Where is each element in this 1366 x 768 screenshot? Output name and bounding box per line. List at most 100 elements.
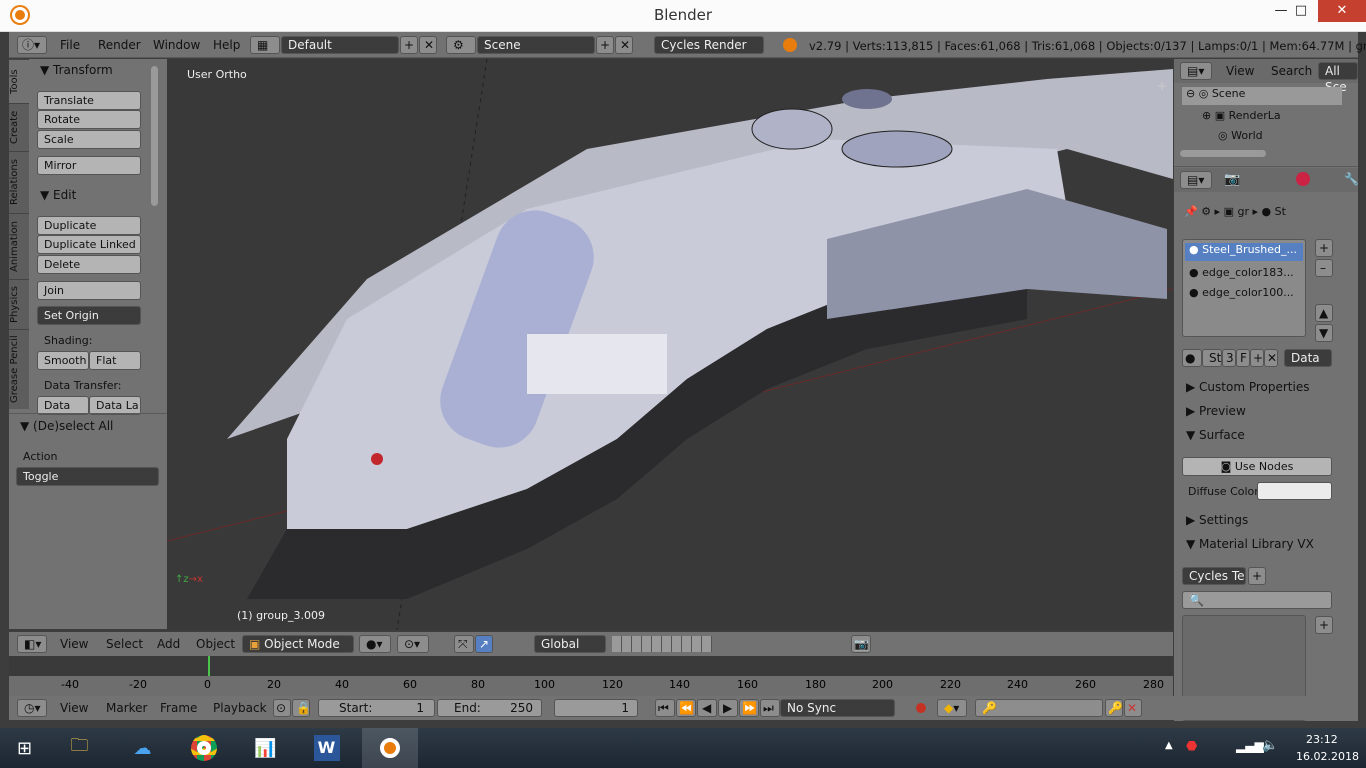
layer-grid[interactable] <box>612 636 712 652</box>
flat-button[interactable]: Flat <box>89 351 141 370</box>
play-button[interactable]: ▶ <box>718 699 738 717</box>
record-button[interactable] <box>916 703 926 713</box>
object-mode-select[interactable]: ▣ Object Mode <box>242 635 354 653</box>
slot-up-button[interactable]: ▲ <box>1315 304 1333 322</box>
start-frame-field[interactable]: Start: 1 <box>318 699 435 717</box>
viewport-object-menu[interactable]: Object <box>196 637 235 651</box>
timeline-marker-menu[interactable]: Marker <box>106 701 147 715</box>
delete-button[interactable]: Delete <box>37 255 141 274</box>
viewport-plus-icon[interactable]: + <box>1157 79 1167 93</box>
outliner-view-menu[interactable]: View <box>1226 64 1254 78</box>
add-screen-button[interactable]: + <box>400 36 418 54</box>
timeline-frame-menu[interactable]: Frame <box>160 701 197 715</box>
tool-shelf-scrollbar[interactable] <box>151 66 158 206</box>
set-origin-select[interactable]: Set Origin <box>37 306 141 325</box>
keying-set-field[interactable]: 🔑 <box>975 699 1103 717</box>
material-slot-1[interactable]: ● edge_color183... <box>1189 266 1294 279</box>
menu-help[interactable]: Help <box>213 38 240 52</box>
duplicate-linked-button[interactable]: Duplicate Linked <box>37 235 141 254</box>
mirror-button[interactable]: Mirror <box>37 156 141 175</box>
material-browse-icon[interactable]: ● <box>1182 349 1202 367</box>
material-name-field[interactable]: St <box>1202 349 1222 367</box>
jump-end-button[interactable]: ⏭ <box>760 699 780 717</box>
render-snapshot-icon[interactable]: 📷 <box>851 635 871 653</box>
preview-range-toggle[interactable]: ⊙ <box>273 699 291 717</box>
tab-physics[interactable]: Physics <box>9 279 29 329</box>
library-search-input[interactable]: 🔍 <box>1182 591 1332 609</box>
manipulator-toggle[interactable]: ⤧ <box>454 635 474 653</box>
tab-tools[interactable]: Tools <box>9 59 29 103</box>
3d-viewport[interactable]: User Ortho (1) group_3.009 ↑z→x + <box>167 59 1173 630</box>
tray-arrow-icon[interactable]: ▲ <box>1165 740 1173 751</box>
outliner-world[interactable]: ◎ World <box>1218 129 1263 142</box>
volume-icon[interactable]: 🔈 <box>1262 738 1278 753</box>
edit-panel-title[interactable]: ▼ Edit <box>40 188 76 202</box>
tray-app-icon[interactable]: ⬣ <box>1186 739 1197 754</box>
outliner-display-select[interactable]: All Sce <box>1318 62 1358 94</box>
task-manager-icon[interactable]: 📊 <box>238 728 294 768</box>
delete-keyframe-button[interactable]: ✕ <box>1124 699 1142 717</box>
clock-time[interactable]: 23:12 <box>1306 733 1338 746</box>
viewport-view-menu[interactable]: View <box>60 637 88 651</box>
tab-relations[interactable]: Relations <box>9 151 29 213</box>
insert-keyframe-button[interactable]: 🔑 <box>1105 699 1123 717</box>
outliner-hscroll[interactable] <box>1180 150 1266 157</box>
tab-animation[interactable]: Animation <box>9 213 29 279</box>
cloud-app-icon[interactable]: ☁ <box>115 728 171 768</box>
outliner-renderlayers[interactable]: ⊕ ▣ RenderLa <box>1202 109 1281 122</box>
timeline-playhead[interactable] <box>208 656 210 676</box>
material-link-select[interactable]: Data <box>1284 349 1332 367</box>
material-tab-icon[interactable] <box>1296 172 1310 186</box>
library-list-add-button[interactable]: + <box>1315 616 1333 634</box>
editor-type-info-icon[interactable]: ⓘ▾ <box>17 36 47 54</box>
viewport-add-menu[interactable]: Add <box>157 637 180 651</box>
outliner-scene[interactable]: ⊖ ◎ Scene <box>1182 87 1342 105</box>
timeline-editor-icon[interactable]: ◷▾ <box>17 699 47 717</box>
material-slot-2[interactable]: ● edge_color100... <box>1189 286 1294 299</box>
outliner-editor-icon[interactable]: ▤▾ <box>1180 62 1212 80</box>
screen-layout-icon[interactable]: ▦ <box>250 36 280 54</box>
wrench-tab-icon[interactable]: 🔧 <box>1344 172 1359 186</box>
pivot-select[interactable]: ⊙▾ <box>397 635 429 653</box>
outliner-search-menu[interactable]: Search <box>1271 64 1312 78</box>
remove-screen-button[interactable]: ✕ <box>419 36 437 54</box>
start-button[interactable]: ⊞ <box>0 728 50 768</box>
use-nodes-button[interactable]: ◙ Use Nodes <box>1182 457 1332 476</box>
scene-select[interactable]: Scene <box>477 36 595 54</box>
menu-file[interactable]: File <box>60 38 80 52</box>
maximize-button[interactable]: □ <box>1284 0 1318 22</box>
blender-taskbar-icon[interactable] <box>362 728 418 768</box>
word-icon[interactable]: W <box>299 728 355 768</box>
material-library-panel[interactable]: ▼ Material Library VX <box>1186 537 1314 551</box>
settings-panel[interactable]: ▶ Settings <box>1186 513 1248 527</box>
smooth-button[interactable]: Smooth <box>37 351 89 370</box>
jump-keyframe-forward-button[interactable]: ⏩ <box>739 699 759 717</box>
tab-create[interactable]: Create <box>9 103 29 151</box>
material-new-button[interactable]: + <box>1250 349 1264 367</box>
translate-button[interactable]: Translate <box>37 91 141 110</box>
play-reverse-button[interactable]: ◀ <box>697 699 717 717</box>
viewport-select-menu[interactable]: Select <box>106 637 143 651</box>
menu-render[interactable]: Render <box>98 38 141 52</box>
material-users-field[interactable]: 3 <box>1222 349 1236 367</box>
jump-start-button[interactable]: ⏮ <box>655 699 675 717</box>
material-slot-0[interactable]: ● Steel_Brushed_... <box>1185 243 1303 261</box>
keying-set-select[interactable]: ◆▾ <box>937 699 967 717</box>
end-frame-field[interactable]: End: 250 <box>437 699 542 717</box>
material-fake-user-button[interactable]: F <box>1236 349 1250 367</box>
remove-slot-button[interactable]: – <box>1315 259 1333 277</box>
add-slot-button[interactable]: + <box>1315 239 1333 257</box>
scene-icon[interactable]: ⚙ <box>446 36 476 54</box>
tab-grease-pencil[interactable]: Grease Pencil <box>9 329 29 409</box>
clock-date[interactable]: 16.02.2018 <box>1296 750 1359 763</box>
network-icon[interactable]: ▂▄▆ <box>1236 739 1264 753</box>
library-engine-select[interactable]: Cycles Te <box>1182 567 1246 585</box>
translate-manipulator[interactable]: ↗ <box>475 635 493 653</box>
orientation-select[interactable]: Global <box>534 635 606 653</box>
slot-down-button[interactable]: ▼ <box>1315 324 1333 342</box>
screen-layout-select[interactable]: Default <box>281 36 399 54</box>
timeline-view-menu[interactable]: View <box>60 701 88 715</box>
surface-panel[interactable]: ▼ Surface <box>1186 428 1245 442</box>
chrome-icon[interactable] <box>176 728 232 768</box>
action-select[interactable]: Toggle <box>16 467 159 486</box>
